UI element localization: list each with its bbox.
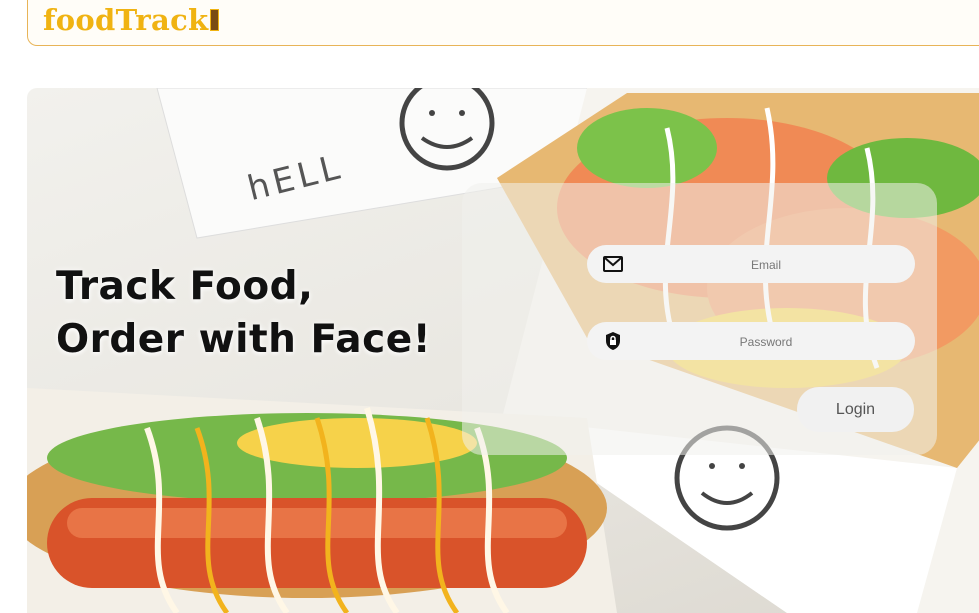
password-input[interactable] <box>627 322 905 362</box>
envelope-icon <box>602 254 624 274</box>
app-logo[interactable]: foodTrack <box>43 3 220 37</box>
login-panel: Login <box>462 183 937 455</box>
hero-headline-line-1: Track Food, <box>56 264 314 309</box>
hero-headline-line-2: Order with Face! <box>56 317 431 362</box>
hero-section: hELL Track Food, Order with Face! Email … <box>27 88 979 613</box>
lock-icon <box>602 331 624 351</box>
top-navbar: foodTrack <box>27 0 979 46</box>
logo-text: foodTrack <box>43 3 209 37</box>
email-field[interactable] <box>587 245 915 285</box>
password-field[interactable] <box>587 322 915 362</box>
login-button[interactable]: Login <box>797 387 914 432</box>
email-input[interactable] <box>627 245 905 285</box>
logo-mark-icon <box>210 9 220 31</box>
hero-headline: Track Food, Order with Face! <box>56 260 431 366</box>
